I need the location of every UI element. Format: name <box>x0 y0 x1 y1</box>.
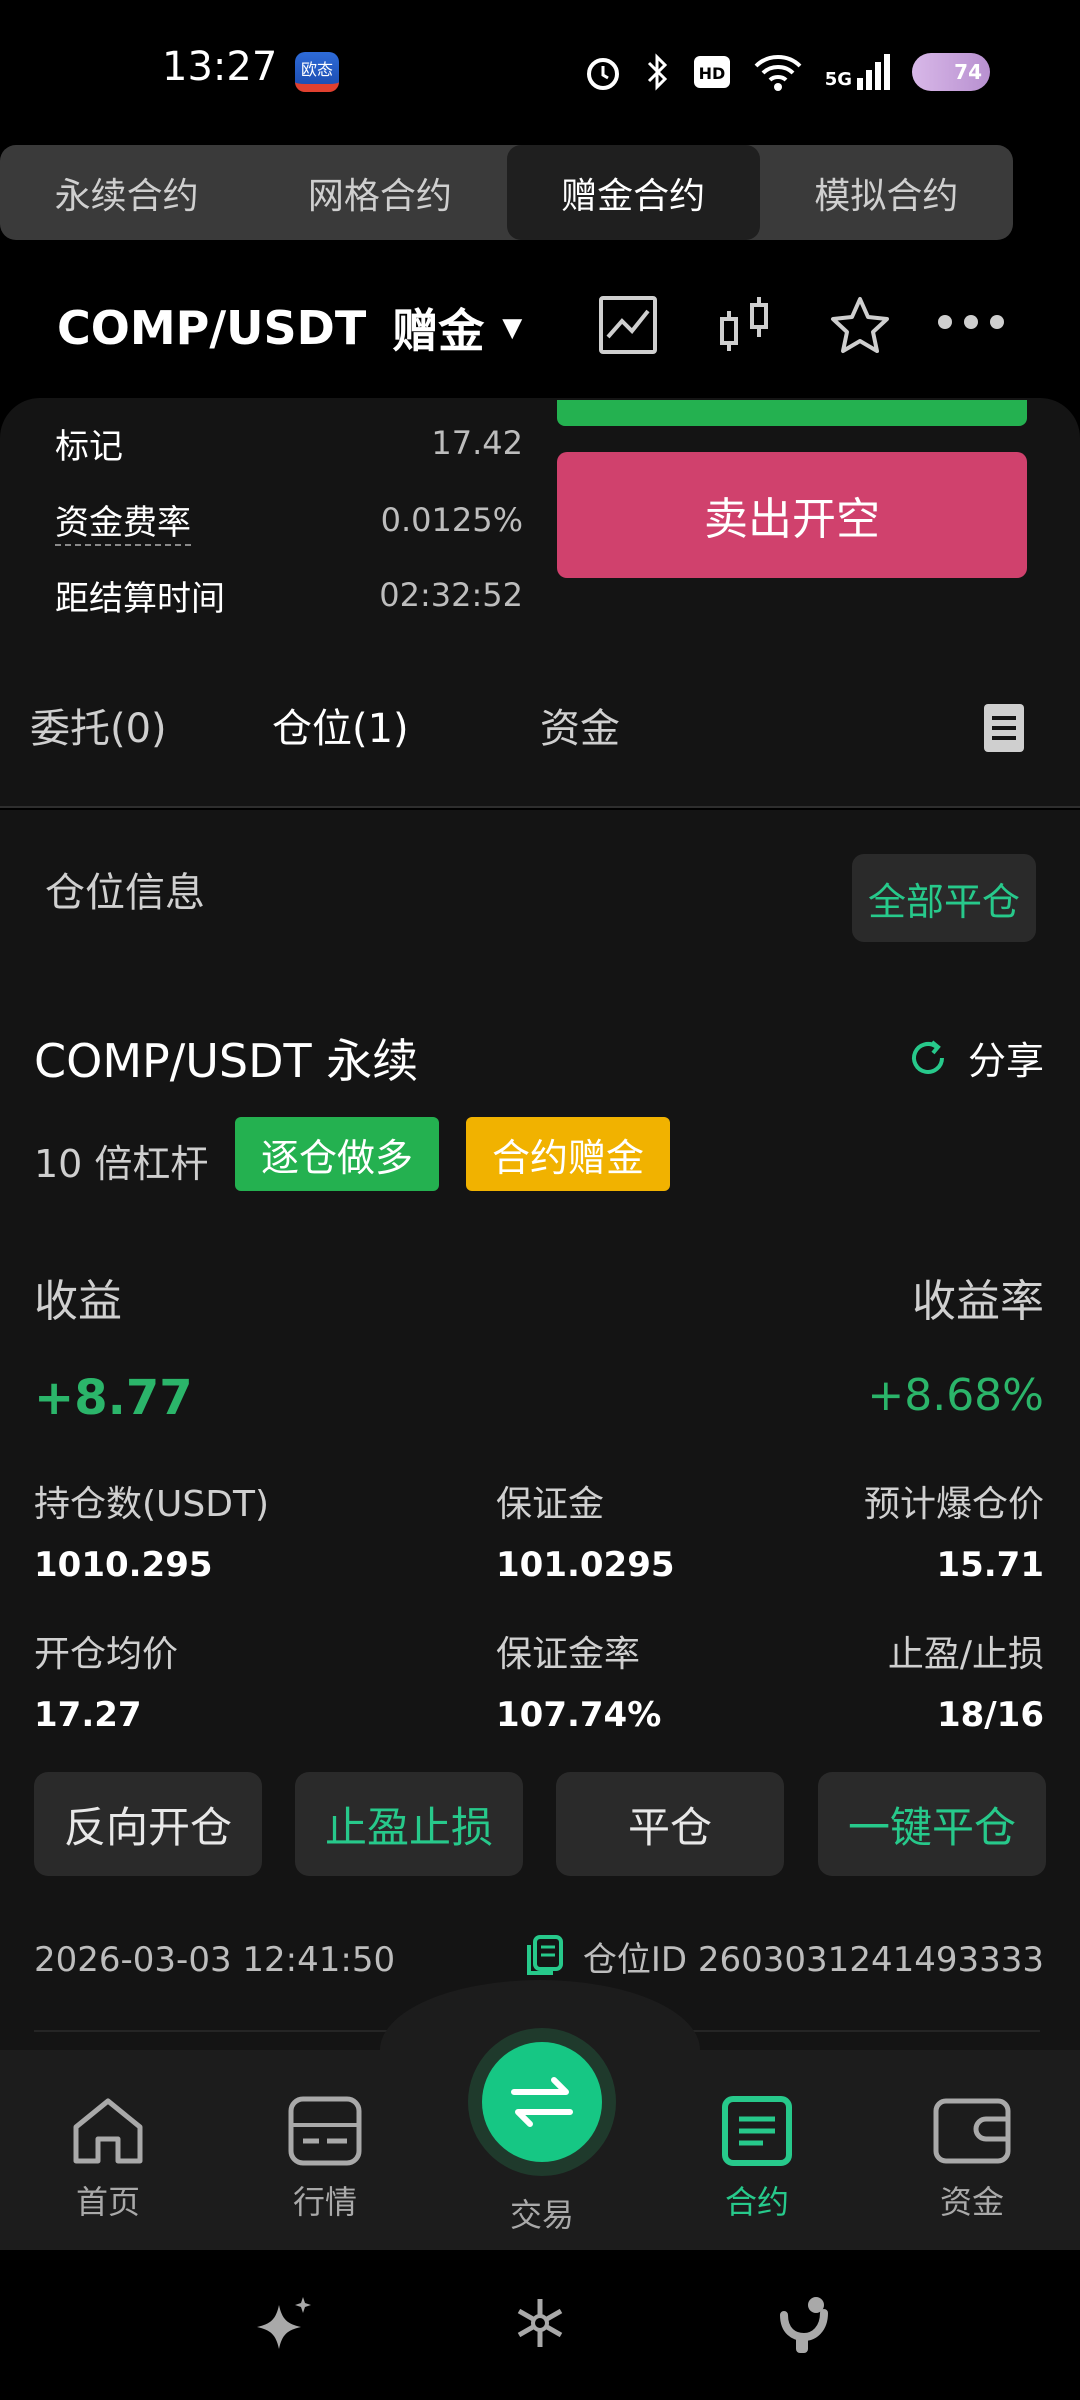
close-position-button[interactable]: 平仓 <box>556 1772 784 1876</box>
order-tabs: 委托(0) 仓位(1) 资金 <box>0 638 1080 808</box>
tab-grid[interactable]: 网格合约 <box>253 145 506 240</box>
bonus-badge: 合约赠金 <box>466 1117 670 1191</box>
settlement-time-row: 距结算时间 02:32:52 <box>55 565 523 625</box>
close-all-button[interactable]: 全部平仓 <box>852 854 1036 942</box>
more-icon[interactable] <box>935 312 1007 332</box>
mark-price-value: 17.42 <box>431 424 523 462</box>
buy-long-button[interactable] <box>557 400 1027 426</box>
wifi-icon <box>754 55 802 91</box>
nav-market-label: 行情 <box>292 2183 357 2221</box>
pair-name: COMP/USDT <box>57 301 367 355</box>
document-icon[interactable] <box>984 704 1024 752</box>
copy-icon <box>526 1934 563 1975</box>
contract-type-tabs: 永续合约 网格合约 赠金合约 模拟合约 <box>0 145 1013 240</box>
nav-trade-label: 交易 <box>509 2196 574 2234</box>
isolated-long-badge: 逐仓做多 <box>235 1117 439 1191</box>
position-id-text: 仓位ID 2603031241493333 <box>582 1940 1044 1980</box>
trade-button[interactable] <box>482 2042 602 2162</box>
mark-price-label: 标记 <box>55 426 123 467</box>
pair-mode: 赠金 <box>392 304 485 358</box>
alarm-icon <box>586 58 619 90</box>
wallet-icon <box>933 2098 1011 2164</box>
tp-sl-value: 18/16 <box>936 1695 1044 1735</box>
tp-sl-label: 止盈/止损 <box>887 1634 1044 1675</box>
position-section: 仓位信息 全部平仓 COMP/USDT 永续 分享 10 倍杠杆 逐仓做多 合约… <box>0 810 1080 2050</box>
tp-sl-button[interactable]: 止盈止损 <box>295 1772 523 1876</box>
liq-price-value: 15.71 <box>936 1545 1044 1585</box>
sparkle-icon[interactable] <box>253 2295 315 2357</box>
market-icon <box>288 2096 362 2166</box>
nav-market[interactable]: 行情 <box>245 2095 405 2223</box>
bluetooth-icon <box>647 53 667 91</box>
reverse-position-button[interactable]: 反向开仓 <box>34 1772 262 1876</box>
margin-rate-label: 保证金率 <box>496 1634 641 1675</box>
pnl-rate-value: +8.68% <box>867 1370 1044 1421</box>
chart-line-icon[interactable] <box>598 295 658 355</box>
pair-selector[interactable]: COMP/USDT 赠金 ▼ <box>57 295 522 361</box>
signal-icon: 5G <box>825 54 890 90</box>
gesture-icon[interactable] <box>776 2295 832 2357</box>
snowflake-icon[interactable] <box>512 2295 568 2351</box>
position-info-label: 仓位信息 <box>45 870 205 916</box>
tab-demo[interactable]: 模拟合约 <box>760 145 1013 240</box>
funding-rate-label[interactable]: 资金费率 <box>55 495 191 546</box>
position-size-label: 持仓数(USDT) <box>34 1484 270 1525</box>
share-icon <box>911 1039 944 1074</box>
sell-short-button[interactable]: 卖出开空 <box>557 452 1027 578</box>
nav-assets-label: 资金 <box>939 2183 1004 2221</box>
tab-orders[interactable]: 委托(0) <box>30 696 167 754</box>
home-icon <box>73 2098 143 2164</box>
nav-assets[interactable]: 资金 <box>892 2095 1052 2223</box>
tab-bonus[interactable]: 赠金合约 <box>506 145 760 240</box>
tab-assets[interactable]: 资金 <box>540 696 620 754</box>
nav-futures-label: 合约 <box>724 2183 789 2221</box>
status-time: 13:27 <box>162 44 278 90</box>
star-icon[interactable] <box>830 295 890 355</box>
position-id[interactable]: 仓位ID 2603031241493333 <box>525 1932 1044 1981</box>
network-type: 5G <box>824 69 852 90</box>
position-size-value: 1010.295 <box>34 1545 213 1585</box>
margin-label: 保证金 <box>496 1484 605 1525</box>
settlement-time-value: 02:32:52 <box>379 576 523 614</box>
liq-price-label: 预计爆仓价 <box>863 1484 1044 1525</box>
pnl-value: +8.77 <box>34 1370 193 1426</box>
position-title: COMP/USDT 永续 <box>34 1034 419 1088</box>
caret-down-icon: ▼ <box>502 313 523 343</box>
svg-text:HD: HD <box>698 64 725 83</box>
status-icons: HD 5G 74 <box>583 44 990 100</box>
margin-value: 101.0295 <box>496 1545 675 1585</box>
funding-rate-row: 资金费率 0.0125% <box>55 490 523 550</box>
share-label: 分享 <box>967 1039 1044 1083</box>
pnl-label: 收益 <box>34 1276 122 1327</box>
margin-rate-value: 107.74% <box>496 1695 662 1735</box>
tab-perpetual[interactable]: 永续合约 <box>0 145 253 240</box>
status-bar: 13:27 欧态 HD 5G 74 <box>0 0 1080 140</box>
app-badge: 欧态 <box>295 52 339 92</box>
leverage-label: 10 倍杠杆 <box>34 1142 209 1186</box>
battery-level: 74 <box>954 60 982 84</box>
mark-price-row: 标记 17.42 <box>55 413 523 473</box>
one-click-close-button[interactable]: 一键平仓 <box>818 1772 1046 1876</box>
entry-price-value: 17.27 <box>34 1695 142 1735</box>
nav-home-label: 首页 <box>75 2183 140 2221</box>
hd-icon: HD <box>693 56 730 88</box>
tab-positions[interactable]: 仓位(1) <box>272 696 409 754</box>
swap-arrows-icon <box>511 2077 573 2127</box>
pair-header: COMP/USDT 赠金 ▼ <box>0 260 1080 390</box>
position-timestamp: 2026-03-03 12:41:50 <box>34 1940 396 1980</box>
battery-icon: 74 <box>912 53 990 91</box>
futures-icon <box>722 2096 792 2166</box>
settlement-time-label: 距结算时间 <box>55 578 225 619</box>
share-button[interactable]: 分享 <box>908 1030 1044 1085</box>
funding-rate-value: 0.0125% <box>380 501 523 539</box>
nav-home[interactable]: 首页 <box>28 2095 188 2223</box>
entry-price-label: 开仓均价 <box>34 1634 179 1675</box>
pnl-rate-label: 收益率 <box>912 1276 1044 1327</box>
nav-futures[interactable]: 合约 <box>677 2095 837 2223</box>
candlestick-icon[interactable] <box>718 295 772 355</box>
